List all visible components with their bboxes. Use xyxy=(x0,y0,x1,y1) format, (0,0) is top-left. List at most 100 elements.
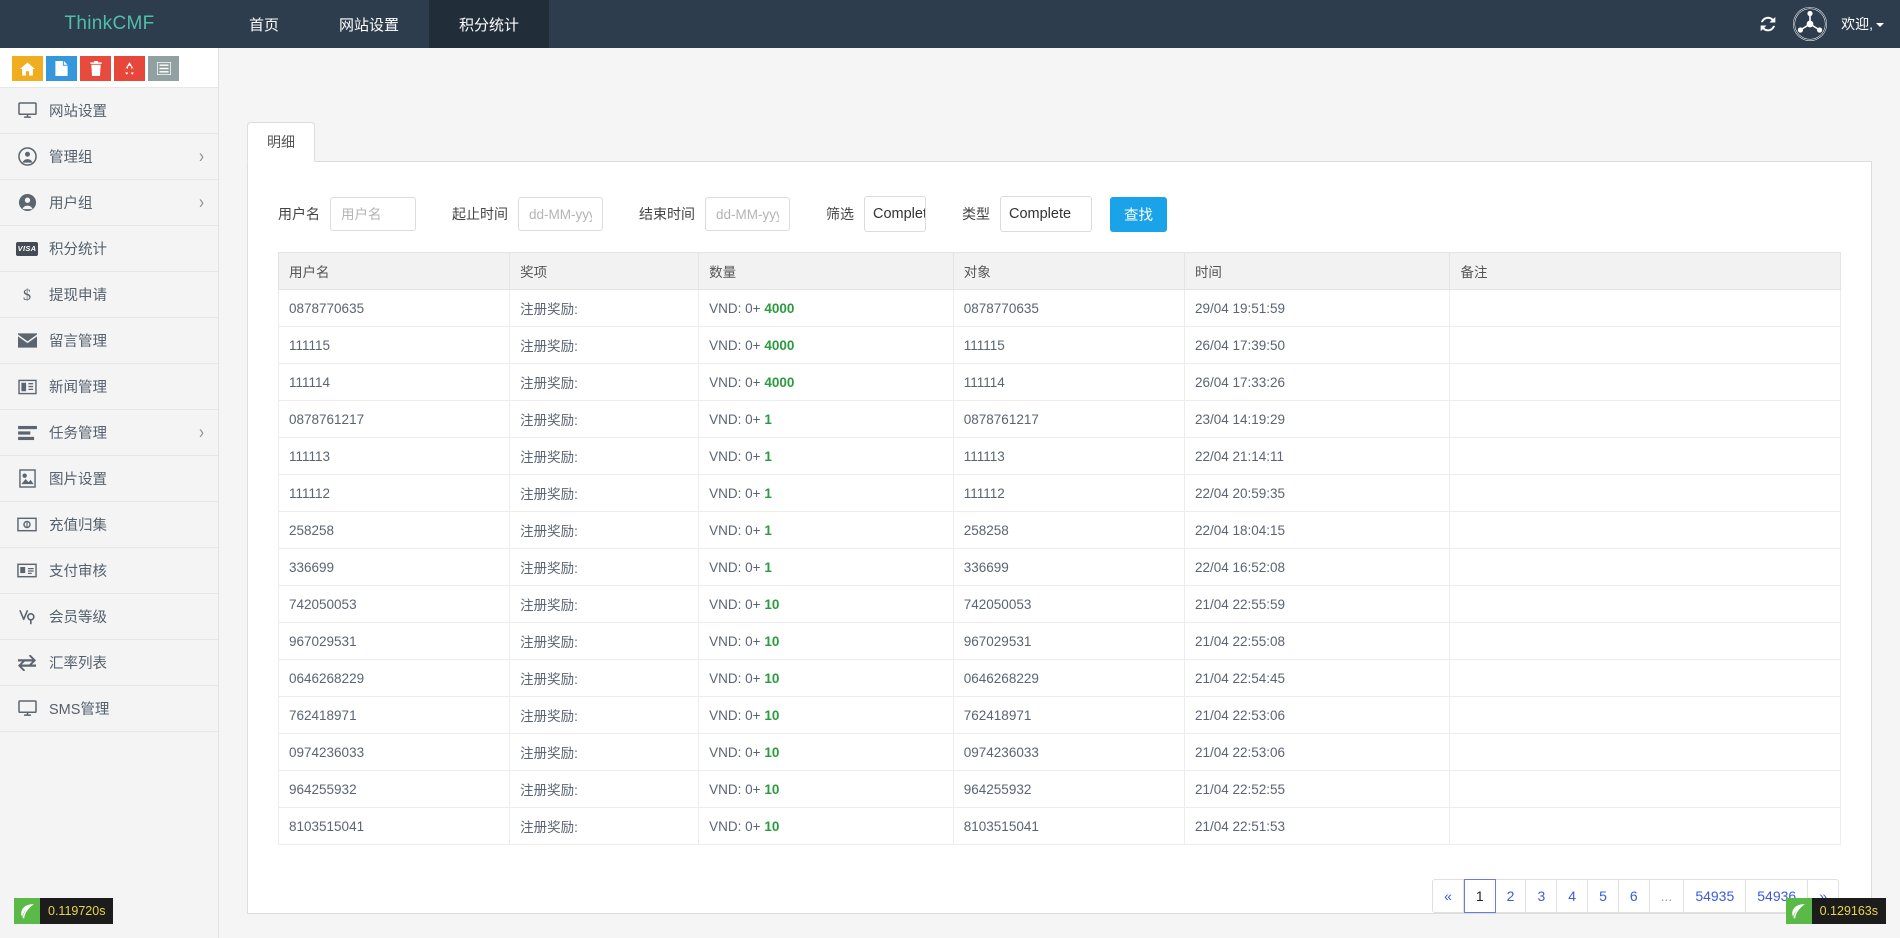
trash-quick-button[interactable] xyxy=(80,56,111,81)
amount-prefix: VND: 0+ xyxy=(709,300,761,316)
cell-prize: 注册奖励: xyxy=(509,437,700,475)
username-label: 用户名 xyxy=(278,206,320,222)
cell-note xyxy=(1449,807,1841,845)
amount-value: 10 xyxy=(764,633,780,649)
cell-username: 0974236033 xyxy=(277,733,511,771)
cell-username: 111115 xyxy=(277,326,511,364)
cell-target: 111112 xyxy=(952,474,1185,512)
sidebar-item-7[interactable]: 新闻管理 xyxy=(0,364,218,410)
brand-logo[interactable]: ThinkCMF xyxy=(0,0,219,48)
sidebar-item-1[interactable]: 网站设置 xyxy=(0,88,218,134)
pagination-row: «1 2 3 4 5 6... 54935 54936» xyxy=(248,845,1871,913)
pagination-item[interactable]: 3 xyxy=(1526,879,1558,913)
nav-item-1[interactable]: 首页 xyxy=(219,0,309,48)
sidebar-item-label: 任务管理 xyxy=(49,426,107,442)
sidebar-item-label: 会员等级 xyxy=(49,610,107,626)
sidebar-item-8[interactable]: 任务管理 › xyxy=(0,410,218,456)
pagination-item[interactable]: 1 xyxy=(1463,879,1496,913)
monitor-icon xyxy=(16,100,38,122)
amount-prefix: VND: 0+ xyxy=(709,633,761,649)
sidebar-item-11[interactable]: 支付审核 xyxy=(0,548,218,594)
table-row: 0878770635 注册奖励: VND: 0+ 4000 0878770635 29/… xyxy=(277,289,1841,327)
cell-prize: 注册奖励: xyxy=(509,807,700,845)
table-row: 0878761217 注册奖励: VND: 0+ 1 0878761217 23/04 … xyxy=(277,400,1841,438)
sidebar-item-label: 汇率列表 xyxy=(49,656,107,672)
table-row: 0646268229 注册奖励: VND: 0+ 10 0646268229 21/04… xyxy=(277,659,1841,697)
cell-amount: VND: 0+ 10 xyxy=(698,585,954,623)
table-row: 111114 注册奖励: VND: 0+ 4000 111114 26/04 17:33… xyxy=(277,363,1841,401)
newspaper-icon xyxy=(16,376,38,398)
refresh-icon[interactable] xyxy=(1757,13,1779,35)
cell-time: 23/04 14:19:29 xyxy=(1183,400,1451,438)
top-nav-items: 首页 网站设置 积分统计 xyxy=(219,0,550,48)
welcome-menu[interactable]: 欢迎, xyxy=(1841,14,1884,34)
pagination-item[interactable]: 2 xyxy=(1495,879,1527,913)
sidebar-item-12[interactable]: 会员等级 xyxy=(0,594,218,640)
cell-target: 964255932 xyxy=(952,770,1185,808)
cell-note xyxy=(1449,733,1841,771)
cell-amount: VND: 0+ 10 xyxy=(698,770,954,808)
cell-note xyxy=(1449,770,1841,808)
table-row: 0974236033 注册奖励: VND: 0+ 10 0974236033 21/04… xyxy=(277,733,1841,771)
cell-note xyxy=(1449,585,1841,623)
end-time-input[interactable] xyxy=(705,197,790,231)
tab-detail[interactable]: 明细 xyxy=(247,122,315,162)
tasks-icon xyxy=(16,422,38,444)
cell-time: 22/04 20:59:35 xyxy=(1183,474,1451,512)
amount-value: 1 xyxy=(764,411,772,427)
user-circle-icon xyxy=(16,146,38,168)
new-page-quick-button[interactable] xyxy=(46,56,77,81)
cell-username: 0878770635 xyxy=(277,289,511,327)
cell-prize: 注册奖励: xyxy=(509,548,700,586)
pagination-item[interactable]: 54935 xyxy=(1684,879,1747,913)
sidebar-item-9[interactable]: 图片设置 xyxy=(0,456,218,502)
table-row: 742050053 注册奖励: VND: 0+ 10 742050053 21/04 2… xyxy=(277,585,1841,623)
sidebar-item-6[interactable]: 留言管理 xyxy=(0,318,218,364)
amount-value: 4000 xyxy=(764,374,795,390)
start-time-input[interactable] xyxy=(518,197,603,231)
sidebar-item-label: 用户组 xyxy=(49,196,93,212)
username-input[interactable] xyxy=(330,197,416,231)
amount-prefix: VND: 0+ xyxy=(709,818,761,834)
cell-username: 762418971 xyxy=(277,696,511,734)
cell-username: 0646268229 xyxy=(277,659,511,697)
sidebar-item-3[interactable]: 用户组 › xyxy=(0,180,218,226)
sidebar-item-4[interactable]: VISA 积分统计 xyxy=(0,226,218,272)
pagination-item[interactable]: 4 xyxy=(1557,879,1589,913)
search-button[interactable]: 查找 xyxy=(1110,196,1167,232)
nav-item-2[interactable]: 网站设置 xyxy=(309,0,429,48)
sidebar-item-2[interactable]: 管理组 › xyxy=(0,134,218,180)
cell-target: 111115 xyxy=(952,326,1185,364)
pagination-item[interactable]: « xyxy=(1432,879,1464,913)
pagination-item[interactable]: 5 xyxy=(1588,879,1619,913)
sidebar-item-14[interactable]: SMS管理 xyxy=(0,686,218,732)
sidebar-item-label: SMS管理 xyxy=(49,702,110,718)
cell-prize: 注册奖励: xyxy=(509,363,700,401)
cell-note xyxy=(1449,696,1841,734)
pagination-item[interactable]: 6 xyxy=(1618,879,1650,913)
debug-time-right: 0.129163s xyxy=(1811,898,1886,924)
amount-value: 10 xyxy=(764,744,780,760)
recycle-quick-button[interactable] xyxy=(114,56,145,81)
cell-prize: 注册奖励: xyxy=(509,474,700,512)
cell-target: 742050053 xyxy=(952,585,1185,623)
type-select[interactable]: Complete xyxy=(1000,196,1092,232)
cell-amount: VND: 0+ 1 xyxy=(698,437,954,475)
filter-select[interactable]: Complete xyxy=(864,196,926,232)
top-nav-right: 欢迎, xyxy=(1757,0,1900,48)
home-quick-button[interactable] xyxy=(12,56,43,81)
visa-card-icon: VISA xyxy=(16,238,38,260)
amount-value: 10 xyxy=(764,596,780,612)
amount-prefix: VND: 0+ xyxy=(709,707,761,723)
sidebar-item-10[interactable]: 充值归集 xyxy=(0,502,218,548)
avatar[interactable] xyxy=(1793,7,1828,41)
chevron-right-icon: › xyxy=(199,145,204,168)
cell-username: 742050053 xyxy=(277,585,511,623)
cell-time: 22/04 21:14:11 xyxy=(1183,437,1451,475)
sidebar-item-5[interactable]: $ 提现申请 xyxy=(0,272,218,318)
end-time-label: 结束时间 xyxy=(639,206,695,222)
cell-amount: VND: 0+ 1 xyxy=(698,400,954,438)
sidebar-item-13[interactable]: 汇率列表 xyxy=(0,640,218,686)
nav-item-3[interactable]: 积分统计 xyxy=(429,0,550,48)
list-quick-button[interactable] xyxy=(148,56,179,81)
